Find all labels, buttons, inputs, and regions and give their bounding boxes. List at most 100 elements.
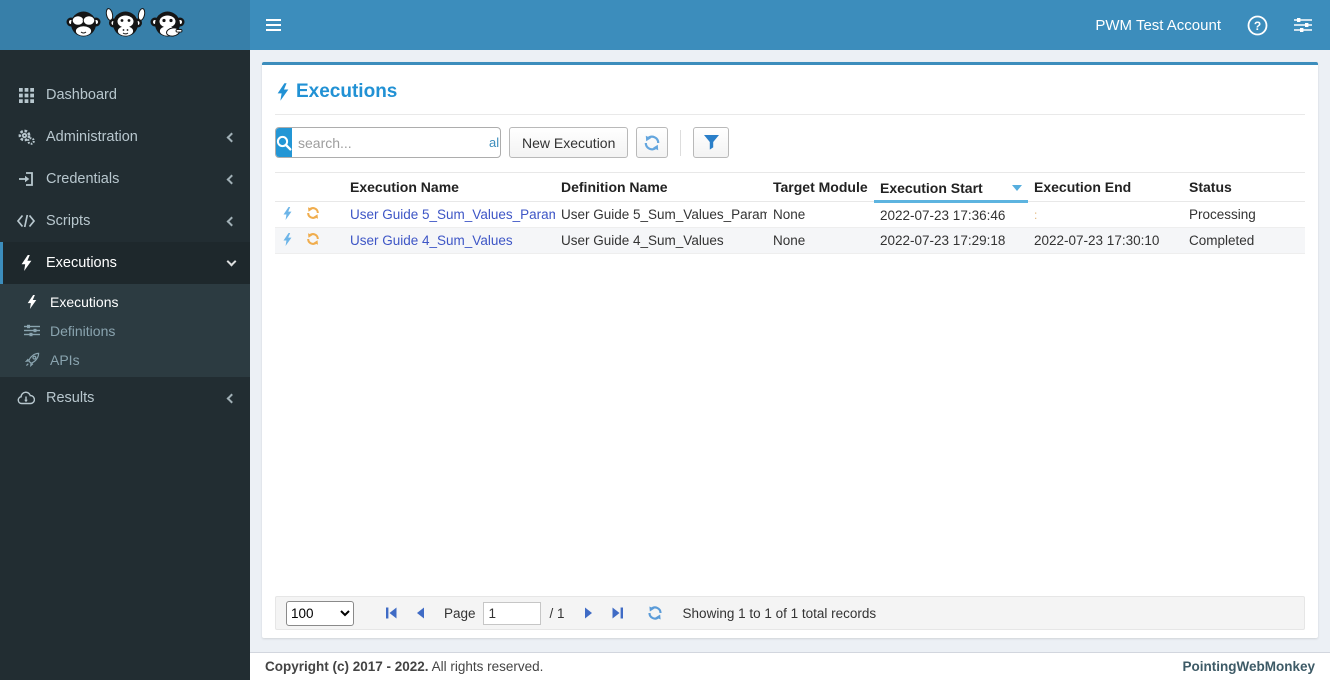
search-button[interactable] [276,128,292,157]
table-row: User Guide 5_Sum_Values_Param User Guide… [275,201,1305,228]
records-summary: Showing 1 to 1 of 1 total records [682,605,877,621]
sidebar-item-label: Dashboard [46,87,117,103]
col-definition-name[interactable]: Definition Name [555,172,767,202]
next-page-button[interactable] [579,604,599,622]
settings-button[interactable] [1294,17,1312,33]
run-action[interactable] [275,227,300,254]
filter-button[interactable] [693,127,730,158]
executions-card: Executions all New Execution [262,62,1318,638]
sidebar-item-credentials[interactable]: Credentials [0,158,250,200]
gears-icon [15,129,37,145]
bolt-icon [283,232,292,246]
sidebar-item-label: Scripts [46,213,91,229]
col-execution-start[interactable]: Execution Start [874,172,1028,203]
refresh-action[interactable] [300,227,344,254]
chevron-left-icon [226,216,237,226]
sign-in-icon [15,171,37,187]
search-scope-label: all [489,135,501,150]
submenu-item-label: Executions [50,293,119,310]
question-circle-icon: ? [1247,15,1268,35]
next-page-icon [584,607,592,619]
three-monkeys-logo-icon [66,8,185,37]
content-area: Executions all New Execution [250,50,1330,652]
refresh-icon [645,135,660,150]
run-action[interactable] [275,201,300,228]
sidebar-item-dashboard[interactable]: Dashboard [0,74,250,116]
prev-page-button[interactable] [410,604,430,622]
cloud-download-icon [15,391,37,405]
col-target-module[interactable]: Target Module [767,172,874,202]
definition-name-cell: User Guide 4_Sum_Values [555,227,767,254]
status-cell: Processing [1183,201,1305,228]
toolbar-divider [680,129,682,156]
svg-text:?: ? [1254,19,1261,33]
account-menu[interactable]: PWM Test Account [1095,17,1221,34]
sidebar-toggle-button[interactable] [250,0,296,50]
refresh-action[interactable] [300,201,344,228]
execution-end-cell: : [1028,201,1183,228]
refresh-icon [307,207,319,219]
execution-end-cell: 2022-07-23 17:30:10 [1028,227,1183,254]
search-input[interactable] [292,128,485,157]
sidebar-item-results[interactable]: Results [0,377,250,419]
definition-name-cell: User Guide 5_Sum_Values_Param [555,201,767,228]
copyright-text: Copyright (c) 2017 - 2022. All rights re… [265,659,543,674]
table-row: User Guide 4_Sum_Values User Guide 4_Sum… [275,227,1305,254]
search-scope-dropdown[interactable]: all [485,135,501,150]
toolbar: all New Execution [275,127,1305,158]
new-execution-button[interactable]: New Execution [509,127,629,158]
search-group: all [275,127,501,158]
refresh-icon [647,606,662,620]
sort-desc-icon [1012,184,1022,191]
submenu-item-label: APIs [50,351,80,368]
total-pages-label: / 1 [549,605,565,621]
last-page-button[interactable] [607,604,629,622]
sidebar-item-executions[interactable]: Executions [0,242,250,284]
execution-name-link[interactable]: User Guide 4_Sum_Values [350,233,513,248]
col-run-icon [275,172,300,202]
refresh-list-button[interactable] [643,603,667,623]
page-label: Page [444,605,476,621]
submenu-item-label: Definitions [50,322,116,339]
submenu-item-executions[interactable]: Executions [0,287,250,316]
col-execution-end[interactable]: Execution End [1028,172,1183,202]
footer-brand: PointingWebMonkey [1182,659,1315,674]
last-page-icon [612,607,623,619]
refresh-button[interactable] [636,127,669,158]
execution-start-cell: 2022-07-23 17:29:18 [874,227,1028,254]
col-refresh-icon [300,172,344,202]
target-module-cell: None [767,227,874,254]
chevron-left-icon [226,132,237,142]
target-module-cell: None [767,201,874,228]
sidebar-nav: Dashboard Administration Credentials Scr… [0,50,250,680]
executions-submenu: Executions Definitions APIs [0,284,250,377]
page-title: Executions [275,73,1305,107]
submenu-item-apis[interactable]: APIs [0,345,250,374]
sidebar-item-label: Executions [46,255,117,271]
code-icon [15,214,37,228]
copyright-rights: All rights reserved. [431,659,544,674]
col-status[interactable]: Status [1183,172,1305,202]
status-cell: Completed [1183,227,1305,254]
filter-funnel-icon [703,135,719,150]
page-title-text: Executions [296,81,398,102]
sidebar-logo[interactable] [0,0,250,50]
bolt-icon [15,255,37,271]
col-execution-name[interactable]: Execution Name [344,172,555,202]
page-size-select[interactable]: 100 [286,600,354,626]
footer: Copyright (c) 2017 - 2022. All rights re… [250,652,1330,680]
help-button[interactable]: ? [1247,15,1268,36]
prev-page-icon [417,607,424,619]
sidebar-item-scripts[interactable]: Scripts [0,200,250,242]
top-navbar: PWM Test Account ? [250,0,1330,50]
bolt-icon [283,206,292,220]
table-header-row: Execution Name Definition Name Target Mo… [275,172,1305,203]
page-number-input[interactable] [482,601,541,625]
sidebar-item-administration[interactable]: Administration [0,116,250,158]
chevron-left-icon [226,393,237,403]
submenu-item-definitions[interactable]: Definitions [0,316,250,345]
first-page-button[interactable] [380,604,402,622]
execution-name-link[interactable]: User Guide 5_Sum_Values_Param [350,207,555,222]
bolt-icon [22,294,42,309]
executions-table: Execution Name Definition Name Target Mo… [275,172,1305,254]
